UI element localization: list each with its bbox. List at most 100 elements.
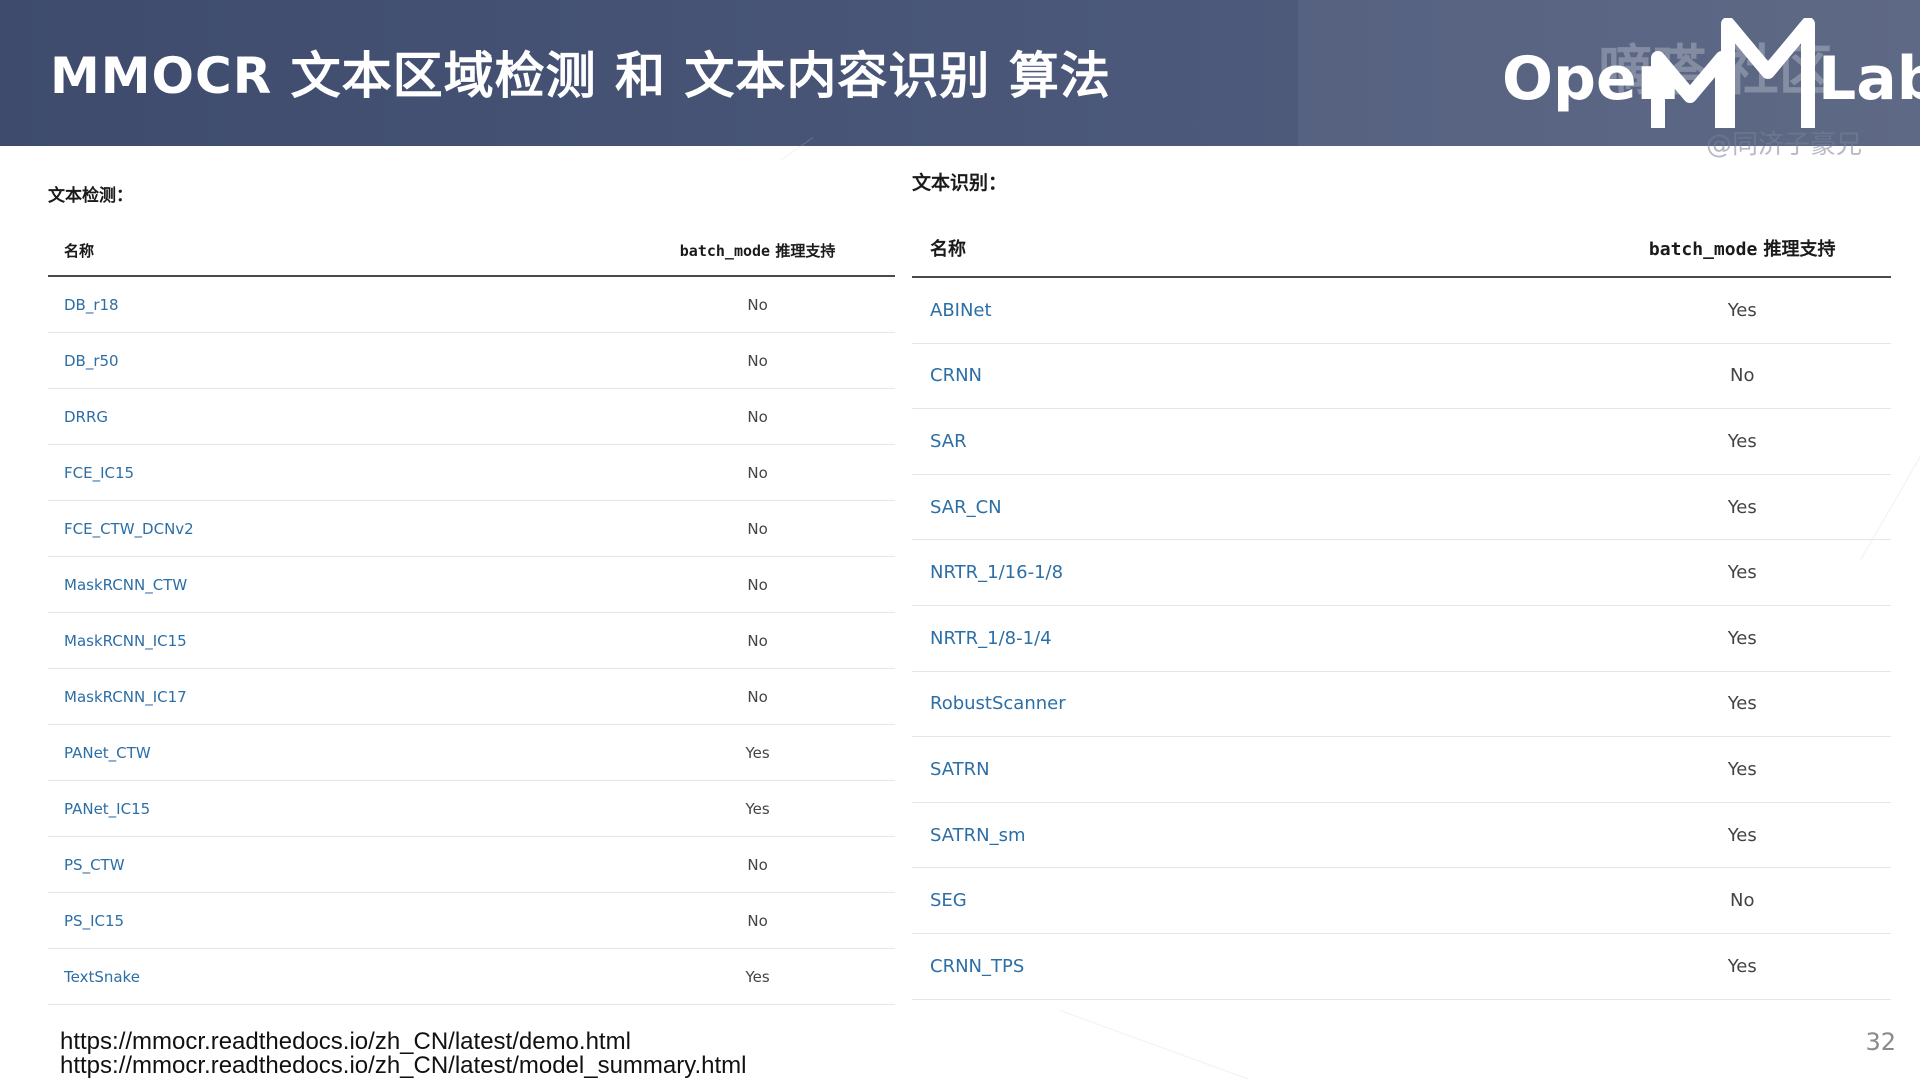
model-name-cell: PANet_CTW	[48, 724, 621, 781]
model-link[interactable]: PS_CTW	[64, 856, 125, 874]
model-link[interactable]: ABINet	[930, 300, 992, 321]
table-row: CRNN_TPS Yes	[912, 933, 1891, 1000]
batch-support-cell: Yes	[620, 948, 895, 1005]
batch-support-cell: Yes	[1593, 277, 1891, 344]
model-link[interactable]: TextSnake	[64, 968, 140, 986]
model-name-cell: DB_r50	[48, 332, 621, 389]
model-link[interactable]: PANet_CTW	[64, 744, 151, 762]
column-header-name: 名称	[48, 225, 621, 277]
model-name-cell: PANet_IC15	[48, 780, 621, 837]
table-row: PANet_IC15 Yes	[48, 780, 895, 837]
model-name-cell: FCE_IC15	[48, 444, 621, 501]
slide-title: MMOCR 文本区域检测 和 文本内容识别 算法	[50, 47, 1111, 105]
table-row: PS_CTW No	[48, 836, 895, 893]
batch-support-cell: Yes	[1593, 671, 1891, 738]
model-summary-doc-link[interactable]: https://mmocr.readthedocs.io/zh_CN/lates…	[60, 1052, 746, 1080]
batch-support-cell: No	[620, 332, 895, 389]
batch-mode-text: 推理支持	[1757, 239, 1836, 260]
batch-support-cell: Yes	[620, 724, 895, 781]
model-link[interactable]: SATRN	[930, 759, 990, 780]
model-link[interactable]: MaskRCNN_CTW	[64, 576, 187, 594]
table-row: DB_r50 No	[48, 332, 895, 389]
table-row: FCE_CTW_DCNv2 No	[48, 500, 895, 557]
column-header-name: 名称	[912, 220, 1594, 278]
model-name-cell: MaskRCNN_IC17	[48, 668, 621, 725]
model-link[interactable]: CRNN	[930, 365, 982, 386]
batch-support-cell: No	[620, 388, 895, 445]
table-header-row: 名称 batch_mode 推理支持	[48, 225, 895, 277]
batch-support-cell: No	[620, 444, 895, 501]
model-name-cell: PS_CTW	[48, 836, 621, 893]
table-row: SAR_CN Yes	[912, 474, 1891, 541]
model-name-cell: CRNN	[912, 343, 1594, 410]
model-link[interactable]: SATRN_sm	[930, 825, 1026, 846]
table-header-row: 名称 batch_mode 推理支持	[912, 220, 1891, 278]
table-row: MaskRCNN_IC17 No	[48, 668, 895, 725]
batch-support-cell: No	[620, 892, 895, 949]
model-link[interactable]: MaskRCNN_IC17	[64, 688, 187, 706]
table-row: ABINet Yes	[912, 277, 1891, 344]
model-link[interactable]: NRTR_1/8-1/4	[930, 628, 1052, 649]
model-name-cell: RobustScanner	[912, 671, 1594, 738]
batch-support-cell: Yes	[1593, 408, 1891, 475]
table-row: SATRN Yes	[912, 736, 1891, 803]
model-link[interactable]: DRRG	[64, 408, 108, 426]
table-row: FCE_IC15 No	[48, 444, 895, 501]
model-link[interactable]: SAR	[930, 431, 967, 452]
model-link[interactable]: CRNN_TPS	[930, 956, 1024, 977]
table-row: SEG No	[912, 867, 1891, 934]
batch-support-cell: Yes	[1593, 474, 1891, 541]
model-link[interactable]: MaskRCNN_IC15	[64, 632, 187, 650]
model-link[interactable]: FCE_CTW_DCNv2	[64, 520, 194, 538]
batch-support-cell: No	[620, 276, 895, 333]
batch-support-cell: No	[620, 612, 895, 669]
model-name-cell: CRNN_TPS	[912, 933, 1594, 1000]
page-number: 32	[1865, 1028, 1896, 1056]
slide-header: MMOCR 文本区域检测 和 文本内容识别 算法 嘀嗒 社区 Open Lab	[0, 0, 1920, 146]
recognition-table-body: ABINet Yes CRNN No SAR Yes SAR_CN Yes NRTR_1/16-…	[912, 277, 1891, 1000]
model-name-cell: SAR	[912, 408, 1594, 475]
table-row: PANet_CTW Yes	[48, 724, 895, 781]
batch-support-cell: No	[1593, 867, 1891, 934]
table-row: NRTR_1/16-1/8 Yes	[912, 539, 1891, 606]
model-link[interactable]: SEG	[930, 890, 967, 911]
batch-support-cell: No	[620, 556, 895, 613]
batch-support-cell: Yes	[1593, 933, 1891, 1000]
detection-section-label: 文本检测：	[48, 186, 133, 206]
model-link[interactable]: PANet_IC15	[64, 800, 150, 818]
table-row: NRTR_1/8-1/4 Yes	[912, 605, 1891, 672]
batch-support-cell: No	[620, 836, 895, 893]
model-link[interactable]: FCE_IC15	[64, 464, 134, 482]
model-name-cell: MaskRCNN_IC15	[48, 612, 621, 669]
openmmlab-mark-icon	[1651, 18, 1815, 128]
model-name-cell: NRTR_1/16-1/8	[912, 539, 1594, 606]
batch-mode-code: batch_mode	[1648, 239, 1758, 260]
table-row: TextSnake Yes	[48, 948, 895, 1005]
model-link[interactable]: DB_r18	[64, 296, 119, 314]
table-row: SATRN_sm Yes	[912, 802, 1891, 869]
table-row: MaskRCNN_IC15 No	[48, 612, 895, 669]
recognition-model-table: 名称 batch_mode 推理支持 ABINet Yes CRNN No SAR Yes…	[912, 220, 1891, 1000]
recognition-section-label: 文本识别：	[912, 172, 1008, 194]
batch-support-cell: Yes	[1593, 605, 1891, 672]
table-row: DRRG No	[48, 388, 895, 445]
model-name-cell: NRTR_1/8-1/4	[912, 605, 1594, 672]
batch-mode-code: batch_mode	[679, 241, 771, 260]
batch-support-cell: Yes	[1593, 736, 1891, 803]
model-link[interactable]: RobustScanner	[930, 693, 1066, 714]
detection-model-table: 名称 batch_mode 推理支持 DB_r18 No DB_r50 No DRRG N…	[48, 225, 895, 1005]
model-link[interactable]: DB_r50	[64, 352, 119, 370]
model-link[interactable]: SAR_CN	[930, 497, 1002, 518]
batch-mode-text: 推理支持	[770, 241, 836, 260]
model-name-cell: FCE_CTW_DCNv2	[48, 500, 621, 557]
model-name-cell: SEG	[912, 867, 1594, 934]
model-name-cell: DRRG	[48, 388, 621, 445]
model-name-cell: PS_IC15	[48, 892, 621, 949]
batch-support-cell: Yes	[1593, 802, 1891, 869]
batch-support-cell: Yes	[620, 780, 895, 837]
watermark-handle: @同济子豪兄	[1706, 130, 1863, 160]
model-link[interactable]: NRTR_1/16-1/8	[930, 562, 1063, 583]
table-row: SAR Yes	[912, 408, 1891, 475]
model-link[interactable]: PS_IC15	[64, 912, 124, 930]
logo-text-lab: Lab	[1818, 44, 1920, 114]
